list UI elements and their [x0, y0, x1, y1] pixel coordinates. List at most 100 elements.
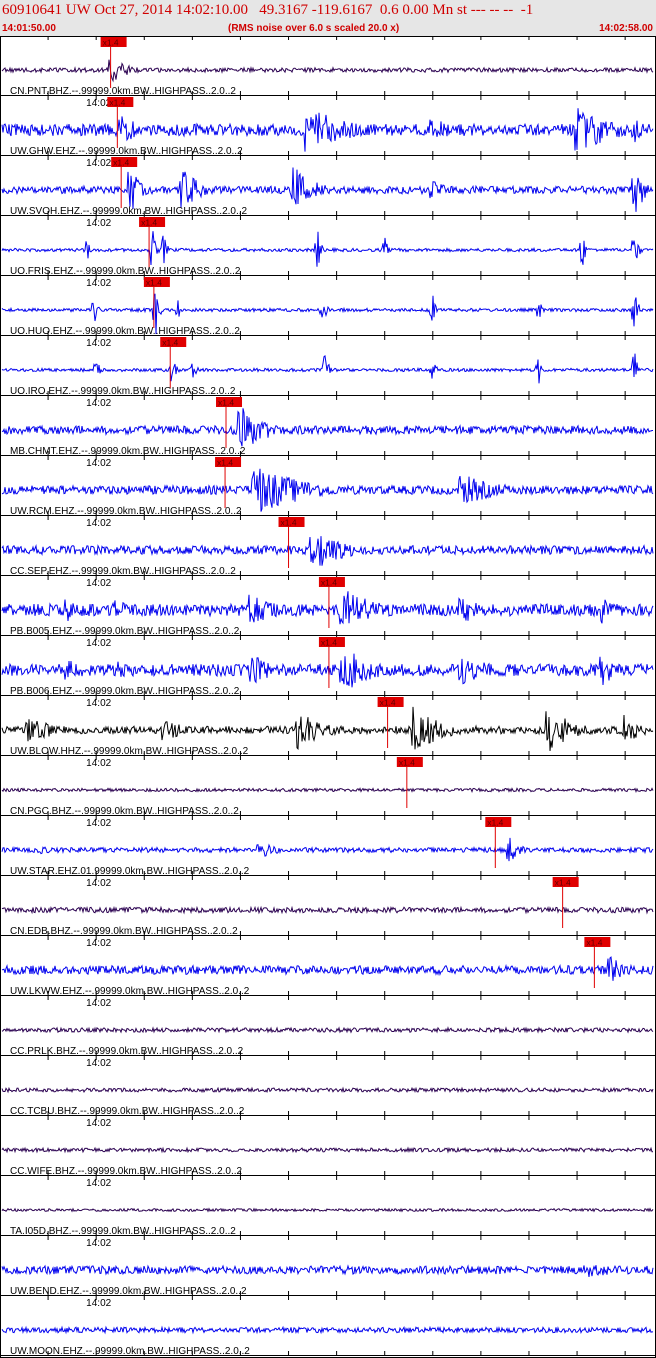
- trace-panel: 14:02 CC.TCBU.BHZ.--.99999.0km.BW..HIGHPA…: [0, 1056, 656, 1117]
- waveform: [1, 231, 654, 267]
- waveform: [1, 1325, 654, 1335]
- pick-marker-label: x1.4: [109, 98, 125, 108]
- trace-panel: 14:02 x1.4 MB.CHMT.EHZ.--.99999.0km.BW..HI…: [0, 396, 656, 457]
- pick-marker-label: x1.4: [141, 218, 157, 228]
- trace-label: CC.PRLK.BHZ.--.99999.0km.BW..HIGHPASS..2…: [10, 1046, 244, 1057]
- trace-label: CN.EDB.BHZ.--.99999.0km.BW..HIGHPASS..2.…: [10, 926, 238, 937]
- waveform: [1, 536, 654, 566]
- trace-label: CN.PNT.BHZ.--.99999.0km.BW..HIGHPASS..2.…: [10, 86, 236, 97]
- trace-panel: 14:02 UW.MOON.EHZ.--.99999.0km.BW..HIGHPA…: [0, 1296, 656, 1357]
- trace-panel: 14:02 UW.BEND.EHZ.--.99999.0km.BW..HIGHPA…: [0, 1236, 656, 1297]
- minute-mark-label: 14:02: [86, 1058, 111, 1069]
- minute-mark-label: 14:02: [86, 158, 111, 169]
- minute-mark-label: 14:02: [86, 218, 111, 229]
- trace-label: CC.TCBU.BHZ.--.99999.0km.BW..HIGHPASS..2…: [10, 1106, 245, 1117]
- rms-note: (RMS noise over 6.0 s scaled 20.0 x): [228, 23, 400, 34]
- trace-panel: 14:02 x1.4 UO.HUO.EHZ.--.99999.0km.BW..HIG…: [0, 276, 656, 337]
- trace-panel: 14:02 x1.4 UW.LKWW.EHZ.--.99999.0km.BW..HI…: [0, 936, 656, 997]
- trace-label: UO.IRO.EHZ.--.99999.0km.BW..HIGHPASS..2.…: [10, 386, 236, 397]
- trace-label: MB.CHMT.EHZ.--.99999.0km.BW..HIGHPASS..2…: [10, 446, 246, 457]
- waveform: [1, 1264, 654, 1277]
- plot-frame: [0, 36, 656, 1358]
- trace-label: TA.I05D.BHZ.--.99999.0km.BW..HIGHPASS..2…: [10, 1226, 236, 1237]
- trace-panel: 14:02 x1.4 PB.B005.EHZ.--.99999.0km.BW..HI…: [0, 576, 656, 637]
- window-end-time: 14:02:58.00: [599, 23, 653, 34]
- trace-label: UW.BLOW.HHZ.--.99999.0km.BW..HIGHPASS..2…: [10, 746, 249, 757]
- waveform: [1, 905, 654, 915]
- trace-label: UW.MOON.EHZ.--.99999.0km.BW..HIGHPASS..2…: [10, 1346, 250, 1357]
- pick-marker-label: x1.4: [321, 638, 337, 648]
- trace-panel: 14:02 x1.4 UW.STAR.EHZ.01.99999.0km.BW..HI…: [0, 816, 656, 877]
- minute-mark-label: 14:02: [86, 878, 111, 889]
- minute-mark-label: 14:02: [86, 1298, 111, 1309]
- pick-marker-label: x1.4: [555, 878, 571, 888]
- waveform: [1, 706, 654, 751]
- trace-label: CC.WIFE.BHZ.--.99999.0km.BW..HIGHPASS..2…: [10, 1166, 243, 1177]
- waveform: [1, 353, 654, 384]
- waveform: [1, 837, 654, 862]
- trace-panel: 14:02 x1.4 UO.IRO.EHZ.--.99999.0km.BW..HIG…: [0, 336, 656, 397]
- minute-mark-label: 14:02: [86, 1178, 111, 1189]
- trace-panel: 14:02 x1.4 UW.BLOW.HHZ.--.99999.0km.BW..HI…: [0, 696, 656, 757]
- trace-panel: x1.4 CN.PNT.BHZ.--.99999.0km.BW..HIGHPASS…: [0, 36, 656, 97]
- waveform: [1, 59, 654, 83]
- trace-label: PB.B005.EHZ.--.99999.0km.BW..HIGHPASS..2…: [10, 626, 240, 637]
- seismogram-plot: x1.4CN.PNT.BHZ.--.99999.0km.BW..HIGHPASS…: [0, 36, 656, 1358]
- minute-mark-label: 14:02: [86, 1238, 111, 1249]
- minute-mark-label: 14:02: [86, 578, 111, 589]
- pick-marker-label: x1.4: [380, 698, 396, 708]
- pick-marker-label: x1.4: [217, 458, 233, 468]
- waveform: [1, 1146, 653, 1154]
- trace-panel: 14:02 CC.PRLK.BHZ.--.99999.0km.BW..HIGHPA…: [0, 996, 656, 1057]
- trace-panel: 14:02 CC.WIFE.BHZ.--.99999.0km.BW..HIGHPA…: [0, 1116, 656, 1177]
- minute-mark-label: 14:02: [86, 758, 111, 769]
- minute-mark-label: 14:02: [86, 698, 111, 709]
- waveform: [1, 787, 654, 794]
- waveform: [1, 1026, 654, 1034]
- pick-marker-label: x1.4: [399, 758, 415, 768]
- minute-mark-label: 14:02: [86, 278, 111, 289]
- trace-panel: 14:02 x1.4 CC.SEP.EHZ.--.99999.0km.BW..HIG…: [0, 516, 656, 577]
- minute-mark-label: 14:02: [86, 998, 111, 1009]
- pick-marker-label: x1.4: [321, 578, 337, 588]
- trace-label: UW.LKWW.EHZ.--.99999.0km.BW..HIGHPASS..2…: [10, 986, 250, 997]
- pick-marker-label: x1.4: [586, 938, 602, 948]
- trace-label: UO.FRIS.EHZ.--.99999.0km.BW..HIGHPASS..2…: [10, 266, 241, 277]
- waveform: [1, 956, 654, 981]
- pick-marker-label: x1.4: [487, 818, 503, 828]
- minute-mark-label: 14:02: [86, 398, 111, 409]
- trace-label: UW.SVOH.EHZ.--.99999.0km.BW..HIGHPASS..2…: [10, 206, 248, 217]
- trace-label: CN.PGC.BHZ.--.99999.0km.BW..HIGHPASS..2.…: [10, 806, 239, 817]
- pick-marker-label: x1.4: [103, 38, 119, 48]
- pick-marker-label: x1.4: [146, 278, 162, 288]
- trace-label: PB.B006.EHZ.--.99999.0km.BW..HIGHPASS..2…: [10, 686, 240, 697]
- waveform: [1, 1086, 654, 1094]
- trace-label: UW.BEND.EHZ.--.99999.0km.BW..HIGHPASS..2…: [10, 1286, 247, 1297]
- trace-panel: 14:02 x1.4 PB.B006.EHZ.--.99999.0km.BW..HI…: [0, 636, 656, 697]
- trace-label: UW.STAR.EHZ.01.99999.0km.BW..HIGHPASS..2…: [10, 866, 250, 877]
- pick-marker-label: x1.4: [281, 518, 297, 528]
- trace-panel: 14:02 x1.4 CN.EDB.BHZ.--.99999.0km.BW..HIG…: [0, 876, 656, 937]
- trace-panel: 14:02 x1.4 UO.FRIS.EHZ.--.99999.0km.BW..HI…: [0, 216, 656, 277]
- minute-mark-label: 14:02: [86, 938, 111, 949]
- plot-header: 60910641 UW Oct 27, 2014 14:02:10.00 49.…: [0, 0, 656, 36]
- trace-label: CC.SEP.EHZ.--.99999.0km.BW..HIGHPASS..2.…: [10, 566, 236, 577]
- minute-mark-label: 14:02: [86, 638, 111, 649]
- event-title: 60910641 UW Oct 27, 2014 14:02:10.00 49.…: [2, 2, 534, 18]
- window-start-time: 14:01:50.00: [2, 23, 56, 34]
- minute-mark-label: 14:02: [86, 818, 111, 829]
- trace-panel: 14:02 x1.4 UW.RCM.EHZ.--.99999.0km.BW..HIG…: [0, 456, 656, 517]
- trace-label: UW.GHW.EHZ.--.99999.0km.BW..HIGHPASS..2.…: [10, 146, 243, 157]
- trace-label: UO.HUO.EHZ.--.99999.0km.BW..HIGHPASS..2.…: [10, 326, 240, 337]
- minute-mark-label: 14:02: [86, 458, 111, 469]
- waveform: [1, 1207, 654, 1213]
- trace-panel: 14:02x1.4UW.GHW.EHZ.--.99999.0km.BW..HIG…: [0, 96, 656, 157]
- pick-marker-label: x1.4: [113, 158, 129, 168]
- trace-panel: 14:02 x1.4 CN.PGC.BHZ.--.99999.0km.BW..HIG…: [0, 756, 656, 817]
- pick-marker-label: x1.4: [218, 398, 234, 408]
- trace-label: UW.RCM.EHZ.--.99999.0km.BW..HIGHPASS..2.…: [10, 506, 242, 517]
- waveform: [1, 408, 653, 447]
- minute-mark-label: 14:02: [86, 518, 111, 529]
- minute-mark-label: 14:02: [86, 338, 111, 349]
- trace-panel: 14:02 x1.4 UW.SVOH.EHZ.--.99999.0km.BW..HI…: [0, 156, 656, 217]
